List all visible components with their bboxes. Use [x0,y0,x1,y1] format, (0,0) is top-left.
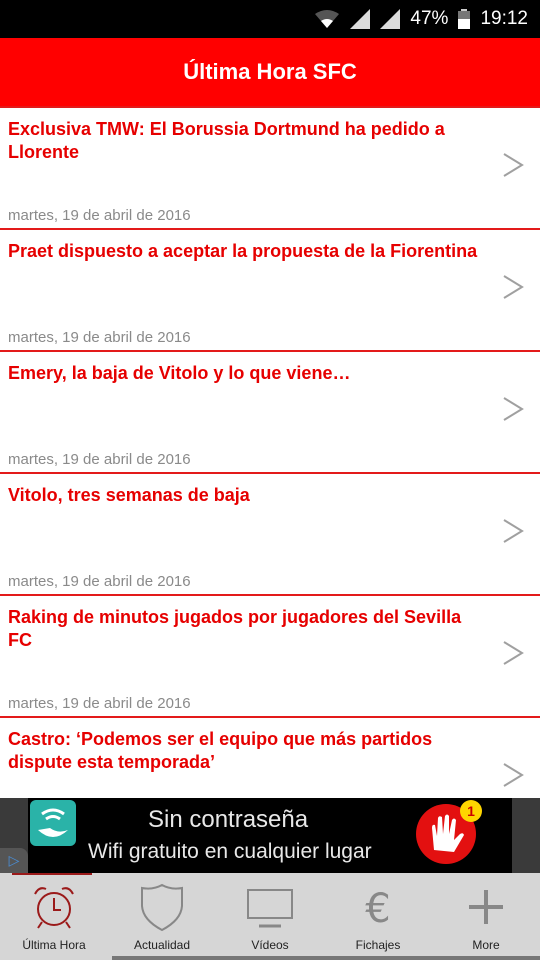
news-title: Exclusiva TMW: El Borussia Dortmund ha p… [8,119,445,162]
tab-label: Última Hora [22,938,86,952]
battery-percent: 47% [410,8,449,29]
tv-icon [247,889,293,928]
wifi-icon [314,9,340,29]
news-title: Emery, la baja de Vitolo y lo que viene… [8,363,351,383]
news-title: Raking de minutos jugados por jugadores … [8,607,462,650]
battery-icon [458,9,471,29]
tab-label: Actualidad [133,938,191,952]
ad-banner[interactable]: Sin contraseña Wifi gratuito en cualquie… [0,798,540,873]
tab-label: More [472,938,500,952]
svg-text:€: € [365,886,390,932]
wifi-app-icon [30,800,76,846]
notification-badge: 1 [460,800,482,822]
ad-choices-icon[interactable]: ▷ [0,848,28,873]
ad-headline: Sin contraseña [148,806,309,833]
news-date: martes, 19 de abril de 2016 [8,573,191,590]
page-title: Última Hora SFC [183,59,357,84]
chevron-right-icon [503,763,524,787]
chevron-right-icon [503,153,524,177]
tab-label: Vídeos [251,938,289,952]
news-date: martes, 19 de abril de 2016 [8,695,191,712]
news-item[interactable]: Exclusiva TMW: El Borussia Dortmund ha p… [0,108,540,230]
news-date: martes, 19 de abril de 2016 [8,329,191,346]
tab-more[interactable]: More [432,873,540,960]
plus-icon [469,890,503,924]
ad-subtitle: Wifi gratuito en cualquier lugar [88,840,372,863]
news-list[interactable]: Exclusiva TMW: El Borussia Dortmund ha p… [0,106,540,798]
news-item[interactable]: Raking de minutos jugados por jugadores … [0,596,540,718]
tab-ultima-hora[interactable]: Última Hora [0,873,108,960]
news-title: Castro: ‘Podemos ser el equipo que más p… [8,729,433,772]
chevron-right-icon [503,641,524,665]
tab-scroll-indicator [112,956,540,960]
tab-videos[interactable]: Vídeos [216,873,324,960]
tab-fichajes[interactable]: € Fichajes [324,873,432,960]
news-item[interactable]: Castro: ‘Podemos ser el equipo que más p… [0,718,540,798]
news-title: Praet dispuesto a aceptar la propuesta d… [8,241,478,261]
euro-icon: € [365,886,390,932]
app-bar: Última Hora SFC [0,38,540,106]
chevron-right-icon [503,397,524,421]
shield-icon [141,883,183,932]
signal-icon [350,9,371,29]
tab-actualidad[interactable]: Actualidad [108,873,216,960]
news-title: Vitolo, tres semanas de baja [8,485,250,505]
tab-label: Fichajes [355,938,401,952]
status-bar: 47% 19:12 [0,0,540,38]
bottom-tab-bar: Última Hora Actualidad Vídeos € Fichajes… [0,873,540,960]
news-date: martes, 19 de abril de 2016 [8,207,191,224]
chevron-right-icon [503,519,524,543]
ad-content[interactable]: Sin contraseña Wifi gratuito en cualquie… [28,798,512,873]
news-item[interactable]: Vitolo, tres semanas de baja martes, 19 … [0,474,540,596]
clock: 19:12 [480,8,528,29]
news-item[interactable]: Emery, la baja de Vitolo y lo que viene…… [0,352,540,474]
chevron-right-icon [503,275,524,299]
news-item[interactable]: Praet dispuesto a aceptar la propuesta d… [0,230,540,352]
alarm-clock-icon [34,887,74,929]
signal-icon-2 [380,9,401,29]
news-date: martes, 19 de abril de 2016 [8,451,191,468]
